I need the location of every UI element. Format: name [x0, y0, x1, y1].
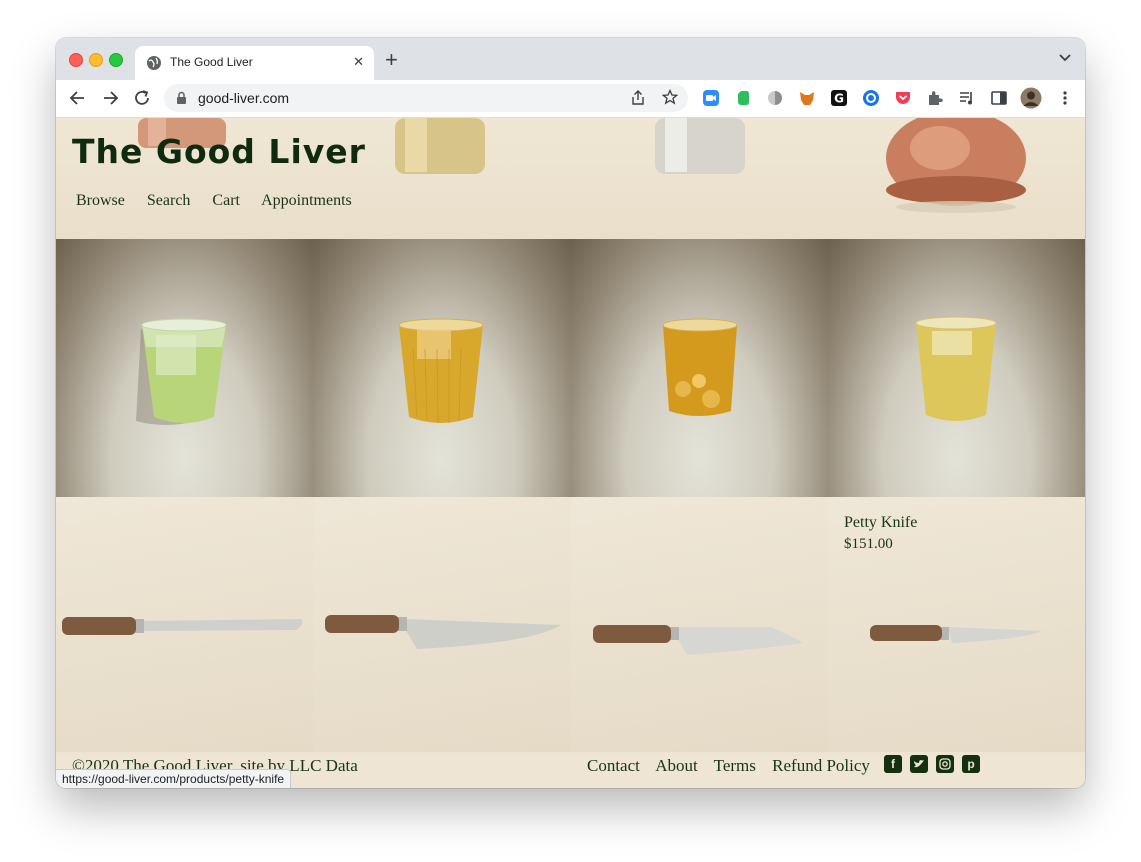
- product-tile-pale-drink[interactable]: [828, 239, 1085, 497]
- footer-link-contact[interactable]: Contact: [587, 756, 640, 775]
- copper-kettle-image: [886, 118, 1026, 213]
- pinterest-icon[interactable]: p: [962, 755, 980, 773]
- puzzle-extensions-icon[interactable]: [926, 89, 944, 107]
- product-tile-amber-drink-2[interactable]: [571, 239, 828, 497]
- footer-link-about[interactable]: About: [655, 756, 698, 775]
- product-tile-santoku-knife[interactable]: [571, 497, 828, 755]
- nav-cart[interactable]: Cart: [212, 192, 240, 209]
- media-control-icon[interactable]: [958, 89, 976, 107]
- evernote-extension-icon[interactable]: [734, 89, 752, 107]
- lock-icon[interactable]: [176, 91, 187, 105]
- zoom-window-button[interactable]: [109, 53, 123, 67]
- minimize-window-button[interactable]: [89, 53, 103, 67]
- amber-drink-glass-image: [662, 318, 738, 416]
- santoku-knife-image: [593, 625, 803, 655]
- new-tab-icon[interactable]: +: [385, 49, 398, 71]
- kebab-menu-icon[interactable]: [1056, 89, 1074, 107]
- site-logo-title[interactable]: The Good Liver: [72, 132, 366, 171]
- amber-drink-glass-image: [398, 318, 484, 424]
- share-icon[interactable]: [631, 90, 645, 106]
- extension-circle-icon[interactable]: [766, 89, 784, 107]
- extension-target-icon[interactable]: [862, 89, 880, 107]
- profile-avatar[interactable]: [1020, 87, 1042, 109]
- green-drink-glass-image: [136, 318, 227, 425]
- product-name[interactable]: Petty Knife: [844, 514, 917, 532]
- tab-close-icon[interactable]: ✕: [353, 54, 364, 70]
- nav-browse[interactable]: Browse: [76, 192, 125, 209]
- tab-strip: The Good Liver ✕ +: [56, 38, 1085, 80]
- bread-knife-image: [62, 617, 303, 635]
- extension-g-icon[interactable]: G: [830, 89, 848, 107]
- address-bar[interactable]: good-liver.com: [164, 84, 688, 112]
- site-navigation: Browse Search Cart Appointments: [76, 192, 370, 210]
- product-tile-copper-kettle[interactable]: [828, 118, 1085, 239]
- chevron-down-icon[interactable]: [1059, 54, 1071, 62]
- reload-icon[interactable]: [132, 88, 152, 108]
- zoom-extension-icon[interactable]: [702, 89, 720, 107]
- close-window-button[interactable]: [69, 53, 83, 67]
- nav-search[interactable]: Search: [147, 192, 191, 209]
- instagram-icon[interactable]: [936, 755, 954, 773]
- forward-arrow-icon[interactable]: [100, 88, 120, 108]
- twitter-icon[interactable]: [910, 755, 928, 773]
- product-tile-silver-canister[interactable]: [571, 118, 828, 239]
- pale-drink-glass-image: [915, 316, 997, 421]
- product-tile-bread-knife[interactable]: [56, 497, 313, 755]
- chef-knife-image: [325, 615, 561, 649]
- silver-canister-image: [655, 118, 745, 174]
- browser-toolbar: good-liver.com G: [56, 80, 1085, 118]
- footer-links: Contact About Terms Refund Policy: [587, 756, 882, 776]
- globe-icon: [147, 56, 161, 70]
- browser-tab[interactable]: The Good Liver ✕: [135, 46, 374, 80]
- product-price: $151.00: [844, 536, 893, 552]
- product-tile-green-drink[interactable]: [56, 239, 313, 497]
- web-page: The Good Liver Browse Search Cart Appoin…: [56, 118, 1085, 788]
- tab-title: The Good Liver: [170, 55, 253, 69]
- product-tile-chef-knife[interactable]: [313, 497, 571, 755]
- product-tile-amber-drink-1[interactable]: [313, 239, 571, 497]
- url-text: good-liver.com: [198, 90, 290, 106]
- browser-window: The Good Liver ✕ + good-liver.com G The …: [56, 38, 1085, 788]
- bookmark-star-icon[interactable]: [662, 89, 678, 105]
- nav-appointments[interactable]: Appointments: [261, 192, 352, 209]
- side-panel-icon[interactable]: [990, 89, 1008, 107]
- svg-text:G: G: [834, 92, 844, 106]
- footer-link-terms[interactable]: Terms: [714, 756, 756, 775]
- facebook-icon[interactable]: f: [884, 755, 902, 773]
- link-status-bar: https://good-liver.com/products/petty-kn…: [56, 769, 292, 788]
- metamask-extension-icon[interactable]: [798, 89, 816, 107]
- footer-link-refund-policy[interactable]: Refund Policy: [772, 756, 870, 775]
- pocket-extension-icon[interactable]: [894, 89, 912, 107]
- back-arrow-icon[interactable]: [68, 88, 88, 108]
